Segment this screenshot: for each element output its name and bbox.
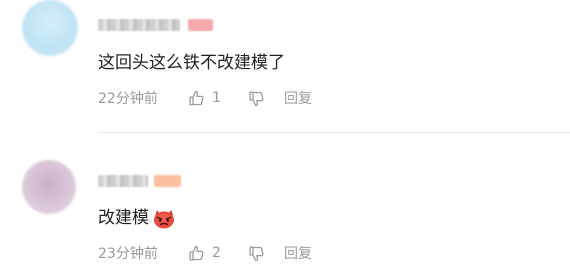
comment-item: 这回头这么铁不改建模了 22分钟前 1 回复	[0, 0, 570, 132]
dislike-button[interactable]	[248, 245, 284, 262]
comment-time: 22分钟前	[98, 91, 158, 107]
reply-button[interactable]: 回复	[284, 243, 312, 263]
thumbs-down-icon	[249, 90, 264, 106]
user-badge	[154, 175, 181, 187]
dislike-button[interactable]	[248, 90, 284, 107]
username-blurred[interactable]	[98, 19, 180, 31]
reply-button[interactable]: 回复	[284, 88, 312, 108]
comment-text: 改建模	[98, 208, 149, 228]
like-count: 1	[212, 90, 221, 106]
thumbs-down-icon	[249, 245, 264, 261]
avatar[interactable]	[22, 160, 76, 214]
comment-time: 23分钟前	[98, 246, 158, 262]
avatar[interactable]	[22, 0, 78, 56]
comment-text: 这回头这么铁不改建模了	[98, 53, 285, 73]
angry-face-emoji-icon	[151, 207, 177, 229]
comment-text-row: 改建模	[98, 206, 177, 230]
comment-meta: 22分钟前 1 回复	[98, 88, 312, 108]
user-badge	[188, 19, 213, 31]
comment-meta: 23分钟前 2 回复	[98, 243, 312, 263]
divider	[98, 132, 570, 133]
username-blurred[interactable]	[98, 175, 148, 187]
like-button[interactable]: 1	[188, 90, 248, 107]
like-count: 2	[212, 245, 221, 261]
thumbs-up-icon	[189, 245, 204, 261]
thumbs-up-icon	[189, 90, 204, 106]
like-button[interactable]: 2	[188, 245, 248, 262]
comment-item: 改建模 23分钟前 2 回复	[0, 140, 570, 275]
